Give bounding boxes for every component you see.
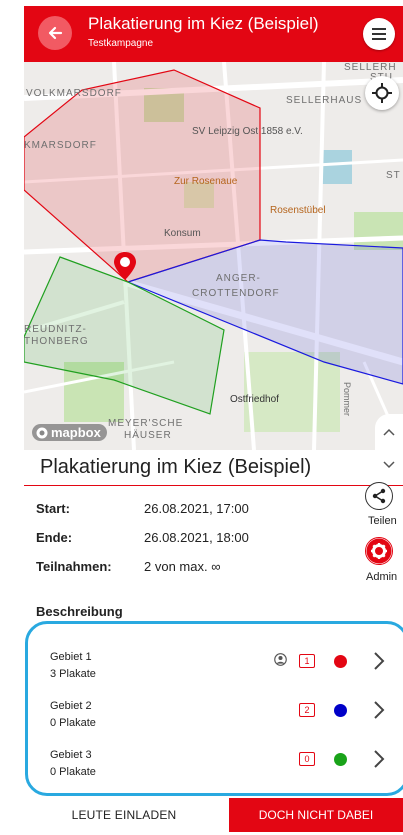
campaign-title-row: Plakatierung im Kiez (Beispiel)	[24, 450, 403, 486]
start-value: 26.08.2021, 17:00	[144, 501, 249, 516]
map-view[interactable]: VOLKMARSDORF KMARSDORF SELLERHAUS SELLER…	[24, 62, 403, 450]
participants-label: Teilnahmen:	[36, 559, 112, 574]
area-poster-count: 0 Plakate	[50, 717, 96, 729]
map-label-kmarsdorf: KMARSDORF	[24, 140, 97, 151]
chevron-down-icon	[383, 461, 395, 469]
poi-zur-rosenaue: Zur Rosenaue	[174, 176, 238, 187]
area-color-dot	[334, 655, 347, 668]
mapbox-logo: mapbox	[32, 424, 107, 441]
share-label: Teilen	[368, 515, 397, 527]
area-row-3[interactable]: Gebiet 3 0 Plakate 0	[28, 747, 403, 787]
map-label-st: ST	[386, 170, 401, 181]
campaign-title: Plakatierung im Kiez (Beispiel)	[40, 456, 312, 478]
gear-icon	[366, 538, 392, 564]
map-label-volkmarsdorf: VOLKMARSDORF	[26, 88, 122, 99]
poi-sv-leipzig: SV Leipzig Ost 1858 e.V.	[192, 126, 303, 137]
arrow-left-icon	[48, 26, 63, 40]
user-icon	[274, 653, 287, 666]
map-label-meyer: MEYER'SCHE	[108, 418, 184, 429]
area-row-1[interactable]: Gebiet 1 3 Plakate 1	[28, 649, 403, 689]
menu-button[interactable]	[363, 18, 395, 50]
area-poster-count: 3 Plakate	[50, 668, 96, 680]
map-label-pommer: Pommer	[342, 381, 353, 417]
header-title: Plakatierung im Kiez (Beispiel)	[88, 14, 319, 33]
chevron-up-icon	[383, 428, 395, 436]
invite-people-button[interactable]: LEUTE EINLADEN	[24, 798, 224, 832]
header-subtitle: Testkampagne	[88, 38, 154, 49]
share-button[interactable]	[365, 482, 393, 510]
area-number-badge: 0	[299, 752, 315, 766]
area-name: Gebiet 1	[50, 651, 92, 663]
map-label-sellerhaus: SELLERHAUS	[286, 95, 363, 106]
area-name: Gebiet 3	[50, 749, 92, 761]
area-color-dot	[334, 704, 347, 717]
description-heading: Beschreibung	[36, 604, 123, 619]
leave-campaign-button[interactable]: DOCH NICHT DABEI	[229, 798, 403, 832]
area-name: Gebiet 2	[50, 700, 92, 712]
back-button[interactable]	[38, 16, 72, 50]
scroll-down-button[interactable]	[375, 450, 403, 480]
map-label-thonberg: THONBERG	[24, 336, 89, 347]
map-label-reudnitz: REUDNITZ-	[24, 324, 87, 335]
end-value: 26.08.2021, 18:00	[144, 530, 249, 545]
area-poster-count: 0 Plakate	[50, 766, 96, 778]
area-number-badge: 1	[299, 654, 315, 668]
poi-rosenstuebel: Rosenstübel	[270, 205, 326, 216]
crosshair-icon	[372, 83, 392, 103]
share-icon	[372, 488, 386, 504]
area-number-badge: 2	[299, 703, 315, 717]
participants-value: 2 von max. ∞	[144, 559, 221, 574]
scroll-up-button[interactable]	[375, 414, 403, 450]
chevron-right-icon[interactable]	[372, 749, 386, 769]
admin-label: Admin	[366, 571, 398, 583]
areas-list: Gebiet 1 3 Plakate 1 Gebiet 2 0 Plakate …	[25, 621, 403, 796]
hamburger-menu-icon	[372, 28, 386, 40]
start-label: Start:	[36, 501, 70, 516]
app-header: Plakatierung im Kiez (Beispiel) Testkamp…	[24, 6, 403, 62]
area-row-2[interactable]: Gebiet 2 0 Plakate 2	[28, 698, 403, 738]
map-label-anger: ANGER-	[216, 273, 261, 284]
chevron-right-icon[interactable]	[372, 651, 386, 671]
poi-konsum: Konsum	[164, 228, 201, 239]
mapbox-icon	[36, 427, 48, 438]
poi-ostfriedhof: Ostfriedhof	[230, 394, 279, 405]
chevron-right-icon[interactable]	[372, 700, 386, 720]
admin-button[interactable]	[365, 537, 393, 565]
map-label-haeuser: HÄUSER	[124, 430, 172, 441]
map-label-crottendorf: CROTTENDORF	[192, 288, 280, 299]
mapbox-attribution: mapbox	[51, 425, 101, 440]
area-color-dot	[334, 753, 347, 766]
end-label: Ende:	[36, 530, 73, 545]
locate-button[interactable]	[365, 76, 399, 110]
